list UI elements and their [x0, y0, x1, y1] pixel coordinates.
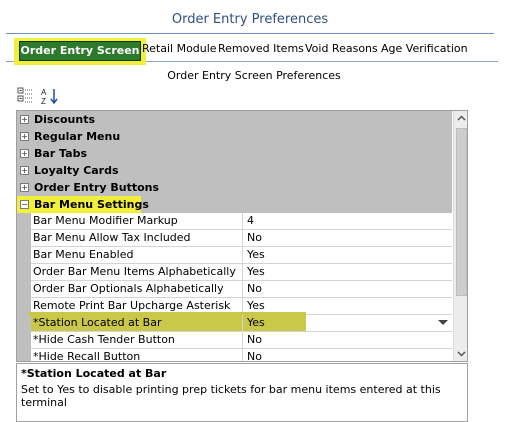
property-grid: + Discounts + Regular Menu + Bar Tabs + …	[16, 110, 468, 362]
category-loyalty-cards[interactable]: + Loyalty Cards	[17, 162, 452, 179]
window-title-bar: Order Entry Preferences	[6, 6, 494, 34]
property-row[interactable]: Bar Menu Modifier Markup 4	[17, 213, 452, 230]
tab-strip: Order Entry Screen Retail Module Removed…	[6, 38, 498, 65]
property-name: *Station Located at Bar	[31, 315, 243, 332]
property-value[interactable]: No	[243, 230, 452, 247]
categorized-icon[interactable]	[16, 86, 36, 106]
vertical-scrollbar[interactable]	[453, 111, 467, 361]
tab-order-entry-screen[interactable]: Order Entry Screen	[19, 41, 141, 61]
tab-void-reasons[interactable]: Void Reasons	[305, 42, 378, 55]
category-regular-menu[interactable]: + Regular Menu	[17, 128, 452, 145]
svg-text:Z: Z	[41, 97, 46, 106]
property-row[interactable]: Order Bar Optionals Alphabetically No	[17, 281, 452, 298]
property-value-dropdown[interactable]: Yes	[243, 315, 452, 332]
svg-text:A: A	[41, 88, 47, 97]
property-name: Bar Menu Allow Tax Included	[31, 230, 243, 247]
description-panel: *Station Located at Bar Set to Yes to di…	[16, 363, 468, 422]
sort-az-icon[interactable]: A Z	[40, 86, 60, 106]
scroll-thumb[interactable]	[456, 128, 467, 296]
category-order-entry-buttons[interactable]: + Order Entry Buttons	[17, 179, 452, 196]
property-name: Bar Menu Enabled	[31, 247, 243, 264]
category-label: Regular Menu	[34, 130, 121, 143]
category-label: Discounts	[34, 113, 95, 126]
property-value[interactable]: No	[243, 332, 452, 349]
panel-title: Order Entry Screen Preferences	[167, 69, 341, 82]
tab-removed-items[interactable]: Removed Items	[218, 42, 304, 55]
expand-icon[interactable]: +	[20, 166, 29, 175]
window-title: Order Entry Preferences	[171, 12, 329, 27]
property-value[interactable]: Yes	[243, 247, 452, 264]
property-row[interactable]: Bar Menu Allow Tax Included No	[17, 230, 452, 247]
property-value[interactable]: No	[243, 281, 452, 298]
property-name: *Hide Cash Tender Button	[31, 332, 243, 349]
category-bar-tabs[interactable]: + Bar Tabs	[17, 145, 452, 162]
scroll-down-icon[interactable]	[454, 346, 467, 361]
property-value[interactable]: 4	[243, 213, 452, 230]
category-label: Bar Tabs	[34, 147, 87, 160]
property-row[interactable]: *Hide Cash Tender Button No	[17, 332, 452, 349]
scroll-up-icon[interactable]	[454, 111, 467, 126]
property-row-selected[interactable]: *Station Located at Bar Yes	[17, 315, 452, 332]
category-label: Order Entry Buttons	[34, 181, 160, 194]
property-toolbar: A Z	[16, 86, 76, 106]
description-text: Set to Yes to disable printing prep tick…	[21, 383, 441, 409]
expand-icon[interactable]: +	[20, 132, 29, 141]
expand-icon[interactable]: +	[20, 149, 29, 158]
property-value[interactable]: Yes	[243, 264, 452, 281]
category-discounts[interactable]: + Discounts	[17, 111, 452, 128]
property-name: *Hide Recall Button	[31, 349, 243, 361]
description-title: *Station Located at Bar	[21, 367, 167, 380]
property-value[interactable]: No	[243, 349, 452, 361]
property-row[interactable]: Order Bar Menu Items Alphabetically Yes	[17, 264, 452, 281]
property-row[interactable]: Bar Menu Enabled Yes	[17, 247, 452, 264]
collapse-icon[interactable]: −	[20, 200, 29, 209]
chevron-down-icon[interactable]	[438, 320, 448, 325]
expand-icon[interactable]: +	[20, 115, 29, 124]
category-bar-menu-settings[interactable]: − Bar Menu Settings	[17, 196, 452, 213]
property-name: Bar Menu Modifier Markup	[31, 213, 243, 230]
property-row[interactable]: *Hide Recall Button No	[17, 349, 452, 361]
category-label: Loyalty Cards	[34, 164, 119, 177]
expand-icon[interactable]: +	[20, 183, 29, 192]
property-name: Order Bar Optionals Alphabetically	[31, 281, 243, 298]
category-label: Bar Menu Settings	[34, 198, 149, 211]
property-name: Order Bar Menu Items Alphabetically	[31, 264, 243, 281]
tab-age-verification[interactable]: Age Verification	[381, 42, 468, 55]
tab-retail-module[interactable]: Retail Module	[142, 42, 217, 55]
